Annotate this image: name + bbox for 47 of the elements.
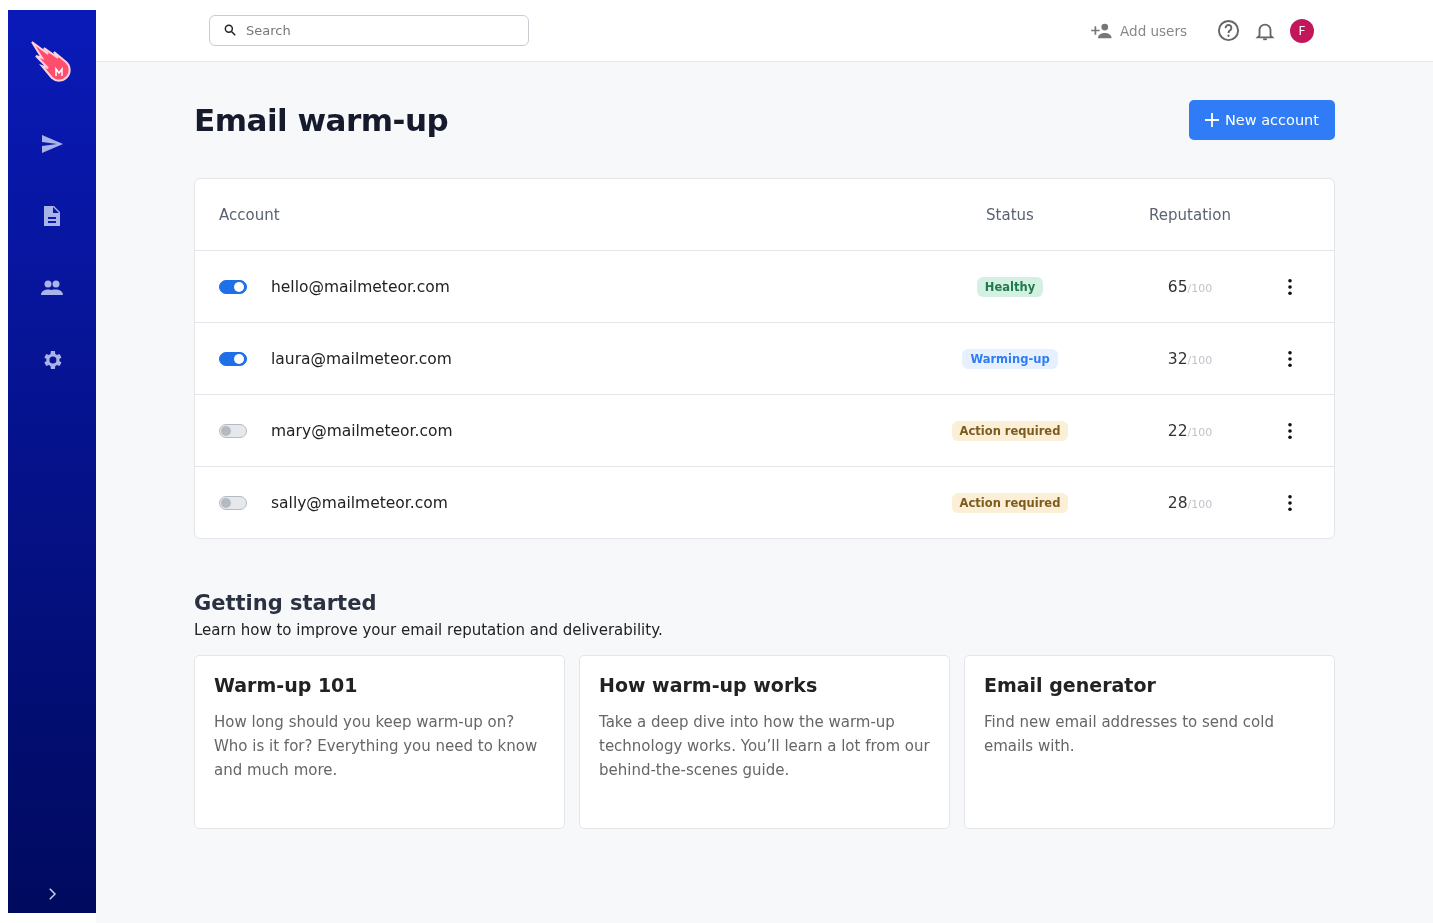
more-options-icon[interactable] xyxy=(1287,421,1293,440)
toggle-switch[interactable] xyxy=(219,423,247,438)
guide-card[interactable]: Email generator Find new email addresses to send cold emails with. xyxy=(964,655,1335,829)
toggle-switch[interactable] xyxy=(219,495,247,510)
reputation-score: 32 xyxy=(1167,349,1188,368)
column-header: Status xyxy=(986,205,1034,224)
user-avatar[interactable]: F xyxy=(1290,18,1314,43)
reputation-max: /100 xyxy=(1187,425,1213,439)
more-options-icon[interactable] xyxy=(1287,349,1293,368)
card-text: How long should you keep warm-up on? Who is it for? Everything you need to know and much more. xyxy=(214,712,539,781)
card-title: How warm-up works xyxy=(599,674,819,696)
column-header: Reputation xyxy=(1149,205,1231,224)
card-text: Find new email addresses to send cold emails with. xyxy=(984,712,1275,757)
reputation-score: 22 xyxy=(1167,421,1188,440)
status-badge: Action required xyxy=(951,492,1069,513)
guide-card[interactable]: Warm-up 101 How long should you keep warm-up on? Who is it for? Everything you need to know and much more. xyxy=(194,655,565,829)
reputation-score: 28 xyxy=(1167,493,1188,512)
guide-card[interactable]: How warm-up works Take a deep dive into how the warm-up technology works. You’ll learn a lot from our behind-the-scenes guide. xyxy=(579,655,950,829)
status-badge: Healthy xyxy=(976,276,1044,297)
add-users-button[interactable]: Add users xyxy=(1083,21,1193,40)
status-badge: Action required xyxy=(951,420,1069,441)
account-email: laura@mailmeteor.com xyxy=(271,349,452,368)
reputation-max: /100 xyxy=(1187,353,1213,367)
add-person-icon xyxy=(1089,22,1113,39)
toggle-switch[interactable] xyxy=(219,351,247,366)
reputation-max: /100 xyxy=(1187,281,1213,295)
reputation-max: /100 xyxy=(1187,497,1213,511)
page-title: Email warm-up xyxy=(194,102,449,138)
reputation-score: 65 xyxy=(1167,277,1188,296)
account-email: hello@mailmeteor.com xyxy=(271,277,450,296)
more-options-icon[interactable] xyxy=(1287,493,1293,512)
column-header: Account xyxy=(219,205,280,224)
more-options-icon[interactable] xyxy=(1287,277,1293,296)
section-subtitle: Learn how to improve your email reputation and deliverability. xyxy=(194,621,664,639)
account-email: mary@mailmeteor.com xyxy=(271,421,453,440)
section-title: Getting started xyxy=(194,591,378,615)
plus-icon xyxy=(1205,113,1219,127)
status-badge: Warming-up xyxy=(962,348,1058,369)
account-email: sally@mailmeteor.com xyxy=(271,493,448,512)
help-icon[interactable] xyxy=(1217,19,1240,42)
search-field[interactable]: Search xyxy=(209,15,529,46)
send-nav-icon[interactable] xyxy=(40,132,64,156)
card-title: Email generator xyxy=(984,674,1157,696)
card-text: Take a deep dive into how the warm-up technology works. You’ll learn a lot from our behind-the-scenes guide. xyxy=(599,712,930,781)
card-title: Warm-up 101 xyxy=(214,674,359,696)
toggle-switch[interactable] xyxy=(219,279,247,294)
new-account-button[interactable]: New account xyxy=(1189,100,1335,140)
